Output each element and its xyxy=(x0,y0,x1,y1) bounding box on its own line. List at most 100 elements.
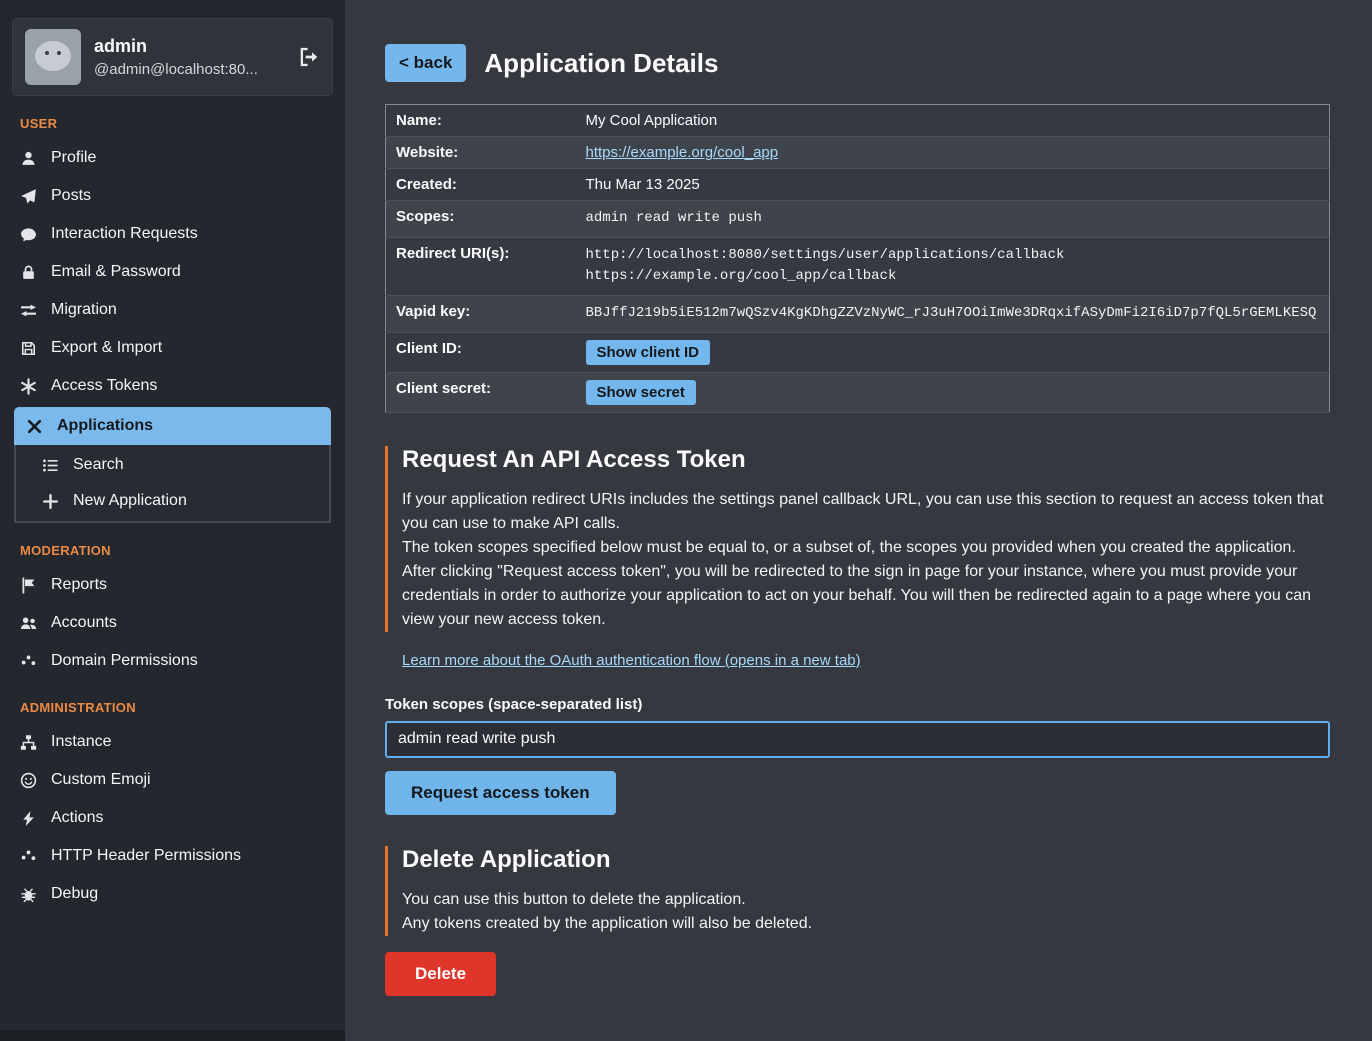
user-info: admin @admin@localhost:80... xyxy=(94,36,258,78)
page-title: Application Details xyxy=(484,48,718,79)
sidebar-item-label: Instance xyxy=(51,733,111,751)
sidebar-item-search[interactable]: Search xyxy=(16,447,329,483)
paper-plane-icon xyxy=(20,188,37,205)
scopes-value: admin read write push xyxy=(576,201,1330,238)
row-label: Client ID: xyxy=(386,332,576,372)
sidebar-item-domain-permissions[interactable]: Domain Permissions xyxy=(0,642,345,680)
sidebar-item-migration[interactable]: Migration xyxy=(0,291,345,329)
sidebar-item-reports[interactable]: Reports xyxy=(0,566,345,604)
sidebar-item-label: Accounts xyxy=(51,614,117,632)
delete-button[interactable]: Delete xyxy=(385,952,496,996)
table-row: Scopes: admin read write push xyxy=(386,201,1330,238)
show-secret-button[interactable]: Show secret xyxy=(586,380,696,405)
comment-icon xyxy=(20,226,37,243)
sidebar-item-label: Access Tokens xyxy=(51,377,157,395)
table-row: Redirect URI(s): http://localhost:8080/s… xyxy=(386,237,1330,295)
dots-icon xyxy=(20,653,37,670)
asterisk-icon xyxy=(20,378,37,395)
website-cell: https://example.org/cool_app xyxy=(576,137,1330,169)
page-header: < back Application Details xyxy=(385,44,1330,82)
application-details-table: Name: My Cool Application Website: https… xyxy=(385,104,1330,413)
sidebar-item-posts[interactable]: Posts xyxy=(0,177,345,215)
website-link[interactable]: https://example.org/cool_app xyxy=(586,144,779,161)
table-row: Client secret: Show secret xyxy=(386,372,1330,412)
row-label: Vapid key: xyxy=(386,296,576,333)
sitemap-icon xyxy=(20,734,37,751)
flag-icon xyxy=(20,577,37,594)
sidebar-item-email-password[interactable]: Email & Password xyxy=(0,253,345,291)
sidebar-section-moderation: MODERATION xyxy=(20,543,325,558)
sidebar-item-label: HTTP Header Permissions xyxy=(51,847,241,865)
delete-application-heading: Delete Application xyxy=(402,846,1330,874)
sidebar-item-export-import[interactable]: Export & Import xyxy=(0,329,345,367)
username: admin xyxy=(94,36,258,57)
delete-application-section: Delete Application You can use this butt… xyxy=(385,846,1330,936)
table-row: Website: https://example.org/cool_app xyxy=(386,137,1330,169)
plus-icon xyxy=(42,493,59,510)
request-token-section: Request An API Access Token If your appl… xyxy=(385,446,1330,632)
sidebar-item-profile[interactable]: Profile xyxy=(0,139,345,177)
sidebar-item-label: Posts xyxy=(51,187,91,205)
sidebar-item-label: Debug xyxy=(51,885,98,903)
token-scopes-input[interactable] xyxy=(385,721,1330,758)
users-icon xyxy=(20,615,37,632)
sidebar-item-accounts[interactable]: Accounts xyxy=(0,604,345,642)
sidebar-item-label: Profile xyxy=(51,149,96,167)
client-id-cell: Show client ID xyxy=(576,332,1330,372)
redirect-uris-cell: http://localhost:8080/settings/user/appl… xyxy=(576,237,1330,295)
bolt-icon xyxy=(20,810,37,827)
save-icon xyxy=(20,340,37,357)
row-label: Created: xyxy=(386,169,576,201)
table-row: Name: My Cool Application xyxy=(386,105,1330,137)
sidebar: admin @admin@localhost:80... USER Profil… xyxy=(0,0,345,1030)
sidebar-section-user: USER xyxy=(20,116,325,131)
applications-group: Applications Search New Application xyxy=(14,407,331,523)
sidebar-item-new-application[interactable]: New Application xyxy=(16,483,329,519)
delete-paragraph: You can use this button to delete the ap… xyxy=(402,888,1330,912)
sidebar-item-label: Export & Import xyxy=(51,339,162,357)
request-access-token-button[interactable]: Request access token xyxy=(385,771,616,815)
request-token-paragraph: After clicking "Request access token", y… xyxy=(402,560,1330,632)
token-scopes-label: Token scopes (space-separated list) xyxy=(385,696,1330,713)
sidebar-section-administration: ADMINISTRATION xyxy=(20,700,325,715)
redirect-uri-2: https://example.org/cool_app/callback xyxy=(586,266,1320,288)
created-value: Thu Mar 13 2025 xyxy=(576,169,1330,201)
lock-icon xyxy=(20,264,37,281)
user-icon xyxy=(20,150,37,167)
dots-icon xyxy=(20,848,37,865)
bug-icon xyxy=(20,886,37,903)
user-handle: @admin@localhost:80... xyxy=(94,61,258,78)
request-token-paragraph: If your application redirect URIs includ… xyxy=(402,488,1330,536)
sidebar-item-debug[interactable]: Debug xyxy=(0,875,345,913)
row-label: Website: xyxy=(386,137,576,169)
sidebar-item-instance[interactable]: Instance xyxy=(0,723,345,761)
sidebar-item-label: Applications xyxy=(57,417,153,435)
sidebar-item-access-tokens[interactable]: Access Tokens xyxy=(0,367,345,405)
client-secret-cell: Show secret xyxy=(576,372,1330,412)
avatar xyxy=(25,29,81,85)
delete-paragraph: Any tokens created by the application wi… xyxy=(402,912,1330,936)
sign-out-icon[interactable] xyxy=(298,46,320,68)
sidebar-item-http-header-permissions[interactable]: HTTP Header Permissions xyxy=(0,837,345,875)
applications-submenu: Search New Application xyxy=(14,445,331,523)
row-label: Redirect URI(s): xyxy=(386,237,576,295)
sidebar-item-label: Interaction Requests xyxy=(51,225,198,243)
back-button[interactable]: < back xyxy=(385,44,466,82)
row-label: Scopes: xyxy=(386,201,576,238)
sidebar-item-custom-emoji[interactable]: Custom Emoji xyxy=(0,761,345,799)
list-icon xyxy=(42,457,59,474)
sidebar-item-interaction-requests[interactable]: Interaction Requests xyxy=(0,215,345,253)
tools-icon xyxy=(26,418,43,435)
transfer-arrows-icon xyxy=(20,302,37,319)
request-token-paragraph: The token scopes specified below must be… xyxy=(402,536,1330,560)
sidebar-item-label: Reports xyxy=(51,576,107,594)
request-token-heading: Request An API Access Token xyxy=(402,446,1330,474)
show-client-id-button[interactable]: Show client ID xyxy=(586,340,711,365)
sidebar-item-label: New Application xyxy=(73,492,187,510)
main-content: < back Application Details Name: My Cool… xyxy=(345,0,1372,1041)
table-row: Client ID: Show client ID xyxy=(386,332,1330,372)
sidebar-item-applications[interactable]: Applications xyxy=(14,407,331,445)
oauth-docs-link[interactable]: Learn more about the OAuth authenticatio… xyxy=(402,652,861,669)
user-card[interactable]: admin @admin@localhost:80... xyxy=(12,18,333,96)
sidebar-item-actions[interactable]: Actions xyxy=(0,799,345,837)
